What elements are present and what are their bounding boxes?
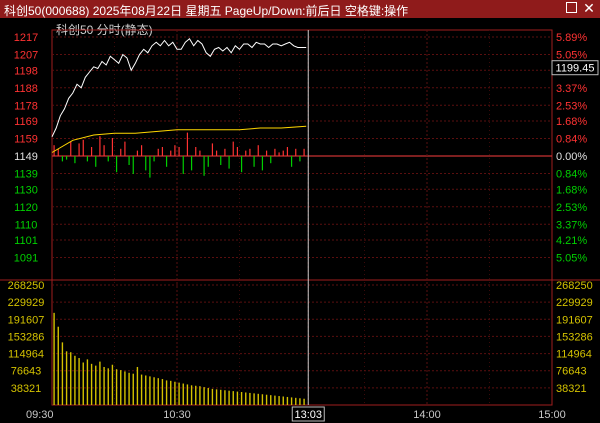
pct-tick-label: 5.05% [556, 50, 587, 62]
price-tick-label: 1198 [14, 65, 38, 77]
pct-tick-label: 3.37% [556, 83, 587, 95]
price-tick-label: 1178 [14, 100, 38, 112]
volume-tick-label-left: 76643 [11, 366, 42, 378]
price-tick-label: 1217 [14, 32, 38, 44]
time-tick-label: 09:30 [26, 409, 54, 421]
volume-tick-label-left: 153286 [8, 331, 45, 343]
time-cursor-label: 13:03 [294, 409, 322, 421]
price-tick-label: 1091 [14, 253, 38, 265]
volume-tick-label-right: 191607 [556, 314, 593, 326]
volume-tick-label-right: 268250 [556, 280, 593, 292]
pct-tick-label: 1.68% [556, 116, 587, 128]
volume-tick-label-left: 114964 [8, 349, 44, 361]
volume-tick-label-right: 76643 [556, 366, 587, 378]
time-tick-label: 15:00 [538, 409, 566, 421]
price-tick-label: 1188 [14, 83, 38, 95]
volume-tick-label-right: 114964 [556, 349, 592, 361]
time-tick-label: 10:30 [163, 409, 191, 421]
price-tick-label: 1169 [14, 116, 38, 128]
volume-tick-label-right: 229929 [556, 297, 593, 309]
price-tick-label: 1139 [14, 169, 38, 181]
price-tick-label: 1130 [14, 184, 38, 196]
volume-tick-label-left: 38321 [11, 383, 42, 395]
pct-tick-label: 2.53% [556, 202, 587, 214]
time-tick-label: 14:00 [413, 409, 441, 421]
price-tick-label: 1159 [14, 134, 38, 146]
volume-tick-label-left: 191607 [8, 314, 45, 326]
volume-tick-label-right: 153286 [556, 331, 593, 343]
pct-tick-label: 2.53% [556, 100, 587, 112]
current-price-label: 1199.45 [556, 63, 595, 75]
price-tick-label: 1120 [14, 202, 38, 214]
price-tick-label: 1101 [14, 235, 38, 247]
volume-tick-label-right: 38321 [556, 383, 587, 395]
plot-frame [51, 29, 553, 406]
pct-tick-label: 3.37% [556, 219, 587, 231]
price-tick-label: 1207 [14, 50, 38, 62]
pct-tick-label: 5.89% [556, 32, 587, 44]
volume-tick-label-left: 229929 [8, 297, 45, 309]
price-tick-label: 1110 [15, 219, 38, 231]
volume-tick-label-left: 268250 [8, 280, 45, 292]
pct-tick-label: 5.05% [556, 253, 587, 265]
pct-tick-label: 1.68% [556, 184, 587, 196]
price-tick-label: 1149 [14, 151, 38, 163]
intraday-chart[interactable]: 1217 5.89% 1207 5.05% 1198 4.21% 1188 3.37% 1178… [0, 0, 600, 423]
pct-tick-label: 0.00% [556, 151, 587, 163]
pct-tick-label: 0.84% [556, 134, 587, 146]
pct-tick-label: 4.21% [556, 235, 587, 247]
pct-tick-label: 0.84% [556, 169, 587, 181]
